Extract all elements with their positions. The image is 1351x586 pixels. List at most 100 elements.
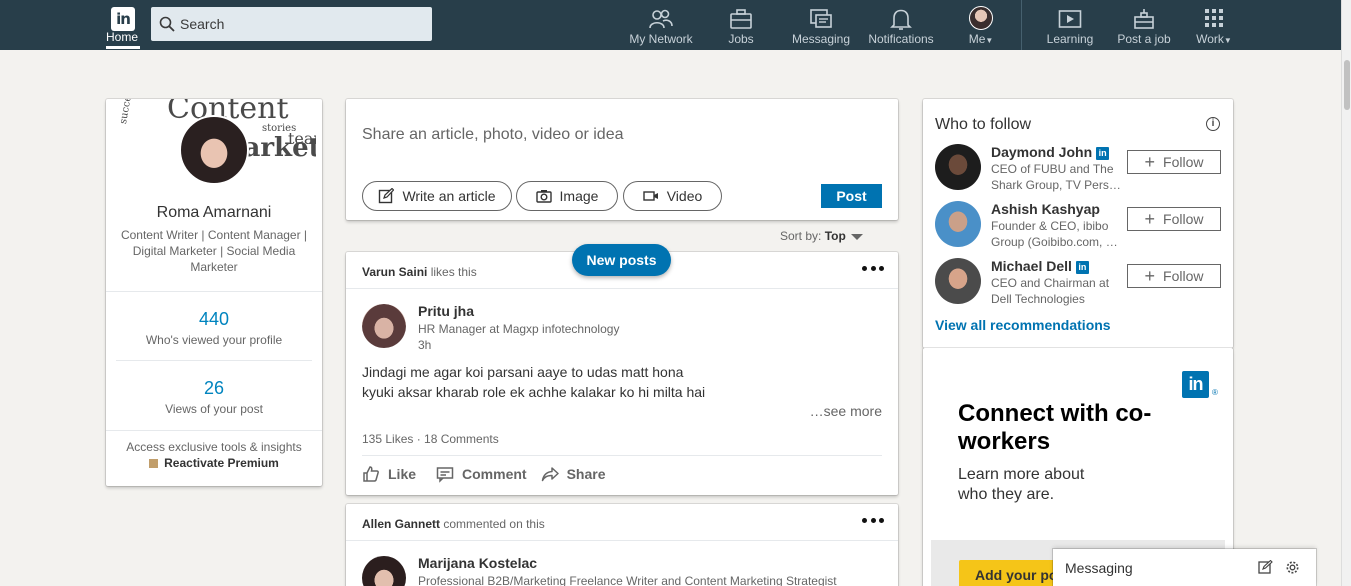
recommendation-name[interactable]: Daymond John in	[991, 144, 1110, 160]
social-counts[interactable]: 135 Likes · 18 Comments	[362, 432, 499, 446]
follow-button[interactable]: + Follow	[1127, 150, 1221, 174]
actor-avatar[interactable]	[362, 304, 406, 348]
briefcase-icon	[730, 9, 752, 29]
gear-icon[interactable]	[1285, 560, 1300, 575]
banner-word: stories	[262, 123, 297, 134]
linkedin-influencer-icon: in	[1075, 261, 1089, 274]
caret-down-icon	[850, 233, 863, 240]
divider	[362, 455, 882, 456]
registered-mark: ®	[1212, 388, 1218, 397]
write-article-button[interactable]: Write an article	[362, 181, 512, 211]
nav-jobs[interactable]: Jobs	[720, 0, 762, 50]
scrollbar-thumb[interactable]	[1344, 60, 1350, 110]
context-actor-link[interactable]: Allen Gannett	[362, 517, 440, 531]
nav-post-a-job[interactable]: Post a job	[1114, 0, 1174, 50]
sort-dropdown[interactable]: Sort by: Top	[780, 229, 863, 243]
linkedin-logo-icon[interactable]: in	[111, 7, 135, 31]
premium-upsell[interactable]: Access exclusive tools & insights Reacti…	[106, 440, 322, 470]
bell-icon	[890, 9, 912, 30]
profile-card: Content successful team marketing storie…	[106, 99, 322, 486]
nav-active-indicator	[106, 46, 140, 49]
who-to-follow-card: Who to follow i Daymond John in CEO of FU…	[923, 99, 1233, 348]
feed-context: Varun Saini likes this	[362, 265, 477, 279]
page-scrollbar[interactable]	[1341, 0, 1351, 586]
nav-work[interactable]: Work▼	[1192, 0, 1236, 50]
feed-update-card: Varun Saini likes this Pritu jha HR Mana…	[346, 252, 898, 495]
profile-name[interactable]: Roma Amarnani	[106, 204, 322, 222]
recommendation-headline: Founder & CEO, ibibo Group (Goibibo.com,…	[991, 219, 1118, 249]
divider	[106, 430, 322, 431]
follow-button[interactable]: + Follow	[1127, 264, 1221, 288]
new-posts-button[interactable]: New posts	[572, 244, 671, 276]
reactivate-premium-link[interactable]: Reactivate Premium	[164, 456, 279, 470]
profile-avatar[interactable]	[179, 115, 249, 185]
divider	[346, 540, 898, 541]
messaging-icon	[810, 9, 832, 28]
nav-learning[interactable]: Learning	[1043, 0, 1097, 50]
top-nav: in Home Search My Network Jobs Messaging…	[0, 0, 1341, 50]
recommendation-name[interactable]: Ashish Kashyap	[991, 201, 1100, 217]
share-label: Share	[566, 466, 606, 482]
recommendation-avatar[interactable]	[935, 144, 981, 190]
nav-label: Post a job	[1117, 32, 1171, 46]
actor-name[interactable]: Marijana Kostelac	[418, 555, 537, 571]
nav-messaging[interactable]: Messaging	[790, 0, 852, 50]
sort-value: Top	[824, 229, 846, 243]
premium-icon	[149, 459, 159, 469]
plus-icon: +	[1144, 209, 1156, 229]
post-time: 3h	[418, 338, 432, 352]
caret-down-icon: ▼	[1223, 36, 1232, 45]
divider	[106, 291, 322, 292]
grid-icon	[1205, 9, 1223, 27]
messaging-bar-label: Messaging	[1065, 560, 1133, 576]
follow-button[interactable]: + Follow	[1127, 207, 1221, 231]
search-input[interactable]: Search	[151, 7, 432, 41]
profile-views-stat[interactable]: 440 Who's viewed your profile	[106, 309, 322, 347]
search-placeholder: Search	[180, 16, 225, 32]
learning-icon	[1058, 10, 1082, 28]
comment-button[interactable]: Comment	[436, 465, 527, 483]
recommendation-name[interactable]: Michael Dell in	[991, 258, 1089, 274]
like-button[interactable]: Like	[362, 465, 416, 483]
post-text-line: Jindagi me agar koi parsani aaye to udas…	[362, 364, 684, 380]
messaging-overlay-bar[interactable]: Messaging	[1053, 549, 1316, 586]
comment-icon	[436, 467, 454, 483]
me-avatar	[969, 6, 993, 30]
nav-my-network[interactable]: My Network	[627, 0, 695, 50]
post-views-stat[interactable]: 26 Views of your post	[106, 378, 322, 416]
sort-label: Sort by:	[780, 229, 822, 243]
actor-name[interactable]: Pritu jha	[418, 303, 474, 319]
more-options-icon[interactable]	[862, 266, 884, 272]
recommendation-avatar[interactable]	[935, 201, 981, 247]
divider	[116, 360, 312, 361]
recommendation-headline: CEO of FUBU and The Shark Group, TV Pers…	[991, 162, 1121, 192]
write-article-label: Write an article	[402, 188, 496, 204]
share-input[interactable]: Share an article, photo, video or idea	[362, 126, 624, 144]
view-all-recommendations-link[interactable]: View all recommendations	[935, 317, 1111, 333]
nav-label: Jobs	[728, 32, 754, 46]
info-icon[interactable]: i	[1206, 117, 1220, 131]
recommendation-item: Michael Dell in CEO and Chairman at Dell …	[935, 258, 1225, 308]
people-icon	[649, 9, 673, 29]
nav-label: Notifications	[868, 32, 934, 46]
share-button[interactable]: Share	[541, 465, 606, 483]
image-button[interactable]: Image	[516, 181, 618, 211]
video-button[interactable]: Video	[623, 181, 722, 211]
more-options-icon[interactable]	[862, 518, 884, 524]
feed-context: Allen Gannett commented on this	[362, 517, 545, 531]
actor-headline: HR Manager at Magxp infotechnology	[418, 322, 620, 336]
recommendation-item: Daymond John in CEO of FUBU and The Shark…	[935, 144, 1225, 194]
recommendation-avatar[interactable]	[935, 258, 981, 304]
nav-notifications[interactable]: Notifications	[864, 0, 938, 50]
share-arrow-icon	[541, 467, 559, 482]
nav-home-label[interactable]: Home	[106, 30, 138, 44]
divider	[346, 288, 898, 289]
compose-icon[interactable]	[1258, 560, 1273, 575]
post-button[interactable]: Post	[821, 184, 882, 208]
see-more-link[interactable]: …see more	[810, 403, 882, 419]
context-actor-link[interactable]: Varun Saini	[362, 265, 427, 279]
nav-me[interactable]: Me▼	[962, 0, 1000, 50]
actor-avatar[interactable]	[362, 556, 406, 586]
linkedin-logo-icon: in	[1182, 371, 1209, 398]
ad-headline: Connect with co-workers	[958, 400, 1152, 455]
